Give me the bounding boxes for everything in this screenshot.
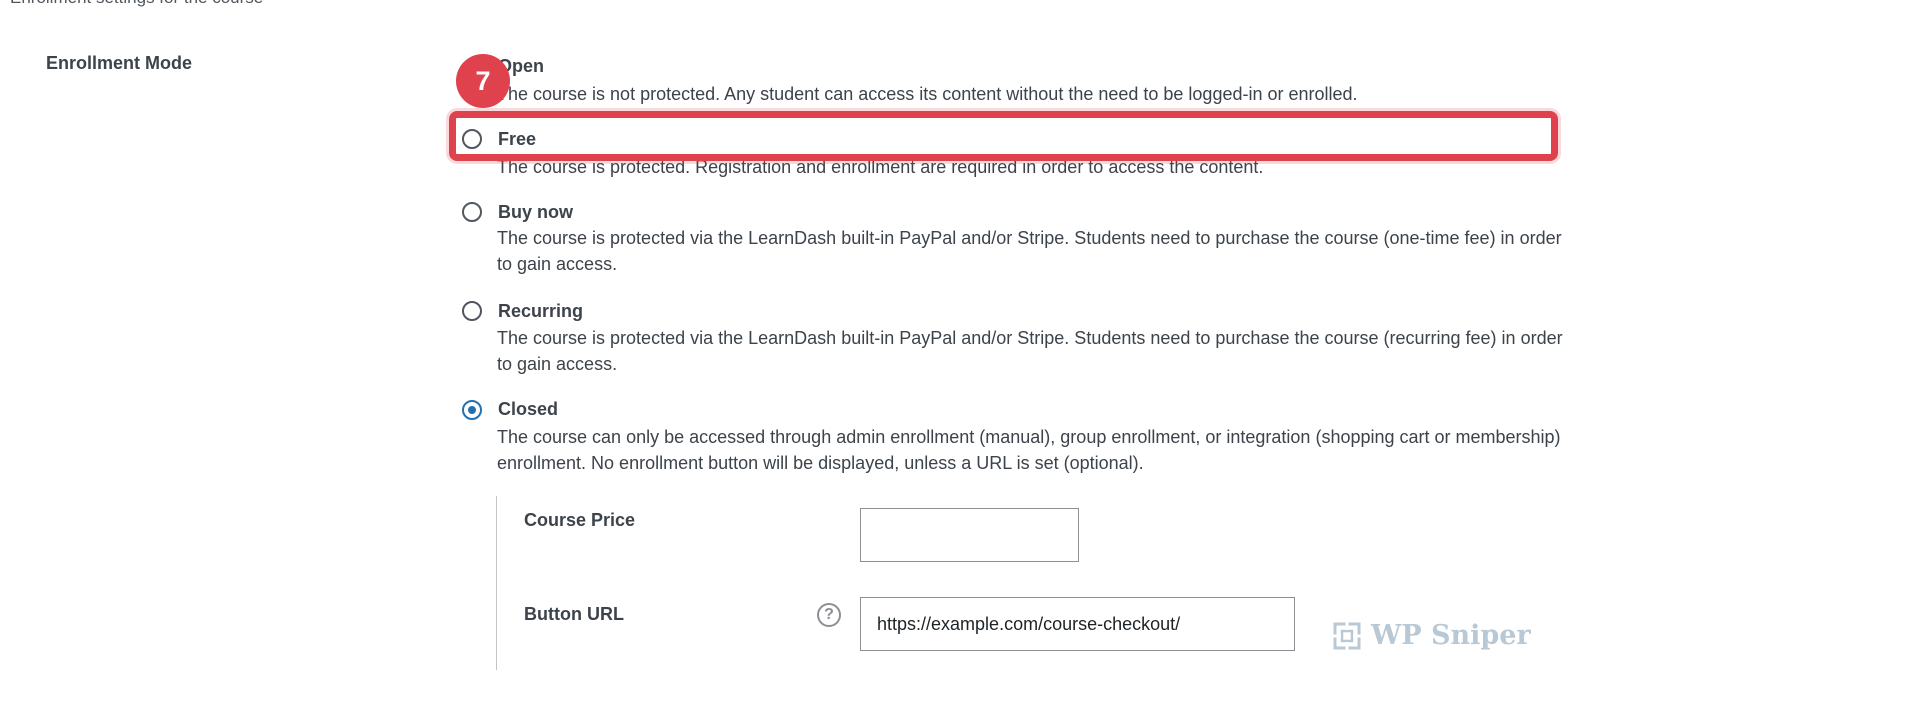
option-closed-description: The course can only be accessed through … [497,427,1561,473]
option-free-title: Free [498,129,537,149]
course-price-input[interactable] [860,508,1079,562]
crosshair-logo-icon [1333,621,1361,650]
radio-buy-now[interactable] [462,202,482,222]
step-number-badge: 7 [456,54,510,108]
radio-free[interactable] [462,129,482,149]
question-circle-icon[interactable]: ? [817,603,841,627]
option-buy-now-description: The course is protected via the LearnDas… [497,228,1562,274]
section-description: Enrollment settings for the course [10,0,263,8]
radio-recurring[interactable] [462,301,482,321]
step-highlight-box [449,111,1558,161]
watermark-text: WP Sniper [1371,620,1531,651]
course-price-label: Course Price [524,510,636,530]
option-closed-title: Closed [498,399,559,419]
button-url-input[interactable] [860,597,1295,651]
radio-closed[interactable] [462,400,482,420]
option-open-description: The course is not protected. Any student… [497,84,1358,104]
option-buy-now-title: Buy now [498,202,573,222]
option-recurring-title: Recurring [498,301,584,321]
watermark: WP Sniper [1333,620,1531,651]
button-url-label: Button URL [524,604,624,624]
enrollment-mode-label: Enrollment Mode [46,53,193,73]
option-recurring-description: The course is protected via the LearnDas… [497,328,1563,374]
